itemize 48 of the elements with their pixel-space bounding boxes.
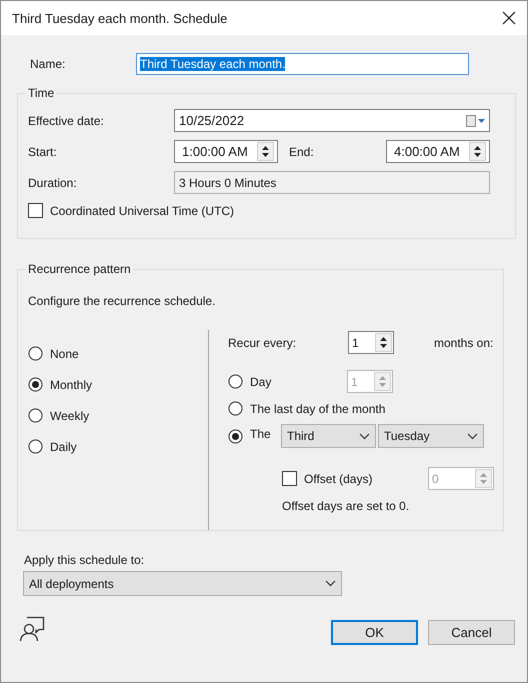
field-label: Duration: — [28, 176, 78, 190]
chevron-down-icon — [467, 432, 478, 440]
time-spinner[interactable]: 1:00:00 AM — [174, 140, 278, 163]
spin-arrows-icon[interactable] — [375, 333, 392, 352]
number-spinner[interactable]: 1 — [348, 331, 394, 354]
calendar-icon[interactable] — [466, 114, 486, 126]
radio-button[interactable] — [28, 439, 43, 454]
radio-label[interactable]: None — [50, 346, 79, 360]
checkbox-label[interactable]: Coordinated Universal Time (UTC) — [50, 204, 234, 218]
field-value: Third Tuesday each month. — [140, 57, 286, 71]
dropdown[interactable]: Tuesday — [378, 424, 484, 448]
field-label: End: — [289, 144, 315, 158]
spin-arrows-icon[interactable] — [257, 142, 274, 161]
name-field[interactable]: Third Tuesday each month. — [136, 53, 469, 75]
date-picker[interactable]: 10/25/2022 — [174, 109, 490, 132]
group-title: Time — [26, 86, 56, 100]
field-label: Apply this schedule to: — [24, 553, 146, 567]
time-spinner[interactable]: 4:00:00 AM — [386, 140, 490, 163]
radio-label[interactable]: Weekly — [50, 408, 90, 422]
chevron-down-icon — [325, 580, 336, 587]
field-label: Name: — [30, 57, 66, 71]
dialog-button[interactable]: OK — [331, 620, 418, 645]
dialog-button[interactable]: Cancel — [428, 620, 515, 645]
chevron-down-icon — [359, 432, 370, 440]
close-icon[interactable] — [502, 11, 516, 25]
dropdown[interactable]: All deployments — [23, 571, 342, 596]
dropdown[interactable]: Third — [281, 424, 376, 448]
field-label: Start: — [28, 144, 58, 158]
description-text: Configure the recurrence schedule. — [28, 294, 216, 308]
radio-button[interactable] — [228, 428, 243, 444]
window-title: Third Tuesday each month. Schedule — [12, 10, 228, 26]
duration-field: 3 Hours 0 Minutes — [174, 171, 490, 194]
radio-label[interactable]: Daily — [50, 440, 77, 454]
field-label: Effective date: — [28, 114, 105, 128]
note-text: Offset days are set to 0. — [282, 499, 410, 513]
user-feedback-icon[interactable] — [19, 616, 45, 642]
group-title: Recurrence pattern — [26, 262, 133, 276]
checkbox[interactable] — [28, 203, 43, 218]
radio-button[interactable] — [28, 377, 43, 392]
radio-button[interactable] — [28, 408, 43, 423]
radio-button[interactable] — [228, 401, 243, 416]
radio-label[interactable]: The last day of the month — [250, 402, 386, 416]
field-label: months on: — [434, 336, 494, 350]
radio-button[interactable] — [28, 346, 43, 361]
radio-label[interactable]: Monthly — [50, 378, 92, 392]
radio-label[interactable]: The — [250, 427, 274, 441]
field-label: Recur every: — [228, 336, 298, 350]
spin-arrows-icon[interactable] — [469, 142, 486, 161]
